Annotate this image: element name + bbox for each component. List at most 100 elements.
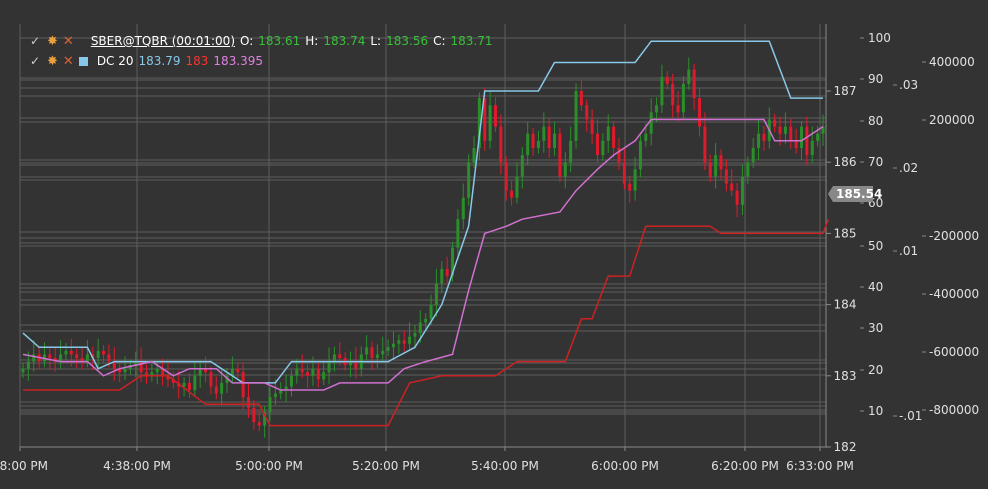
candle-body xyxy=(295,368,299,376)
candle-body xyxy=(26,361,30,369)
candle-body xyxy=(526,133,530,156)
candle-body xyxy=(676,105,680,113)
candle-body xyxy=(708,162,712,177)
candle-body xyxy=(622,162,626,184)
candle-body xyxy=(810,140,814,156)
candle-body xyxy=(740,176,744,205)
axis2-tick-label: 20 xyxy=(868,363,883,377)
candle-body xyxy=(209,372,213,387)
axis2-tick-label: 100 xyxy=(868,31,891,45)
axis3-tick-label: .01 xyxy=(899,244,918,258)
x-tick-label: 6:33:00 PM xyxy=(786,459,854,473)
low-value: 183.56 xyxy=(386,34,429,48)
candle-body xyxy=(102,350,106,355)
candle-body xyxy=(606,126,610,141)
candle-body xyxy=(585,105,589,120)
candle-body xyxy=(391,343,395,348)
legend-row-indicator: ✓ ✸ ✕ DC 20 183.79 183 183.395 xyxy=(30,51,493,71)
axis2-tick-label: 50 xyxy=(868,239,883,253)
candle-body xyxy=(268,397,272,412)
candle-body xyxy=(553,133,557,148)
candle-body xyxy=(660,76,664,106)
candle-body xyxy=(703,126,707,163)
price-tick-label: 182 xyxy=(834,440,857,454)
candle-body xyxy=(354,361,358,369)
candle-body xyxy=(467,162,471,198)
check-icon[interactable]: ✓ xyxy=(30,34,42,48)
candle-body xyxy=(402,340,406,344)
candle-body xyxy=(724,169,728,184)
price-badge: 185.54 xyxy=(828,186,882,202)
x-tick-label: 5:40:00 PM xyxy=(471,459,539,473)
candle-body xyxy=(381,350,385,355)
gear-icon[interactable]: ✸ xyxy=(47,34,58,49)
candle-body xyxy=(107,354,111,362)
candle-body xyxy=(800,126,804,148)
color-swatch-icon[interactable] xyxy=(78,56,88,66)
price-tick-label: 187 xyxy=(834,84,857,98)
candle-body xyxy=(123,368,127,373)
candle-body xyxy=(472,147,476,163)
axis4-tick-label: 200000 xyxy=(929,113,975,127)
check-icon[interactable]: ✓ xyxy=(30,54,42,68)
axis4-tick-label: -600000 xyxy=(929,345,979,359)
price-tick-label: 184 xyxy=(834,298,857,312)
candle-body xyxy=(665,76,669,84)
indicator-name[interactable]: DC 20 xyxy=(97,54,134,68)
candle-body xyxy=(515,176,519,198)
candle-body xyxy=(746,162,750,177)
candle-body xyxy=(671,83,675,106)
close-icon[interactable]: ✕ xyxy=(63,34,74,49)
candle-body xyxy=(214,386,218,394)
x-tick-label: 5:00:00 PM xyxy=(235,459,303,473)
candle-body xyxy=(531,133,535,148)
candle-body xyxy=(730,183,734,191)
legend: ✓ ✸ ✕ SBER@TQBR (00:01:00) O: 183.61 H: … xyxy=(30,31,493,71)
price-tick-label: 183 xyxy=(834,369,857,383)
candle-body xyxy=(510,190,514,198)
candle-body xyxy=(59,354,63,362)
candle-body xyxy=(805,126,809,156)
gear-icon[interactable]: ✸ xyxy=(47,54,58,69)
candle-body xyxy=(612,126,616,148)
candle-body xyxy=(563,162,567,177)
candle-body xyxy=(69,350,73,355)
candle-body xyxy=(48,354,52,358)
candle-body xyxy=(569,140,573,163)
candle-body xyxy=(794,140,798,148)
axis4-tick-label: -400000 xyxy=(929,287,979,301)
candle-body xyxy=(789,126,793,141)
instrument-symbol[interactable]: SBER@TQBR (00:01:00) xyxy=(91,34,235,48)
open-value: 183.61 xyxy=(258,34,301,48)
candle-body xyxy=(757,133,761,148)
candle-body xyxy=(300,368,304,373)
candle-body xyxy=(408,336,412,344)
axis3-tick-label: .02 xyxy=(899,161,918,175)
candle-body xyxy=(504,162,508,191)
candle-body xyxy=(687,69,691,84)
candle-body xyxy=(193,375,197,391)
price-chart[interactable]: 18:00 PM 4:38:00 PM 5:00:00 PM 5:20:00 PM 5:… xyxy=(0,0,988,489)
candle-body xyxy=(327,361,331,373)
x-tick-label: 6:20:00 PM xyxy=(711,459,779,473)
candle-body xyxy=(692,69,696,99)
x-tick-label: 18:00 PM xyxy=(0,459,48,473)
candle-body xyxy=(220,382,224,394)
candle-body xyxy=(655,105,659,113)
chart-background xyxy=(0,0,988,489)
axis2-tick-label: 40 xyxy=(868,280,883,294)
candle-body xyxy=(241,372,245,398)
candle-body xyxy=(783,126,787,134)
candle-body xyxy=(316,368,320,380)
axis2-tick-label: 70 xyxy=(868,155,883,169)
price-tick-label: 186 xyxy=(834,155,857,169)
candle-body xyxy=(681,83,685,113)
axis2-tick-label: 30 xyxy=(868,321,883,335)
candle-body xyxy=(252,407,256,423)
candle-body xyxy=(424,318,428,323)
candle-body xyxy=(85,354,89,362)
candle-body xyxy=(638,140,642,170)
candle-body xyxy=(698,98,702,127)
candle-body xyxy=(332,354,336,362)
close-icon[interactable]: ✕ xyxy=(63,54,74,69)
